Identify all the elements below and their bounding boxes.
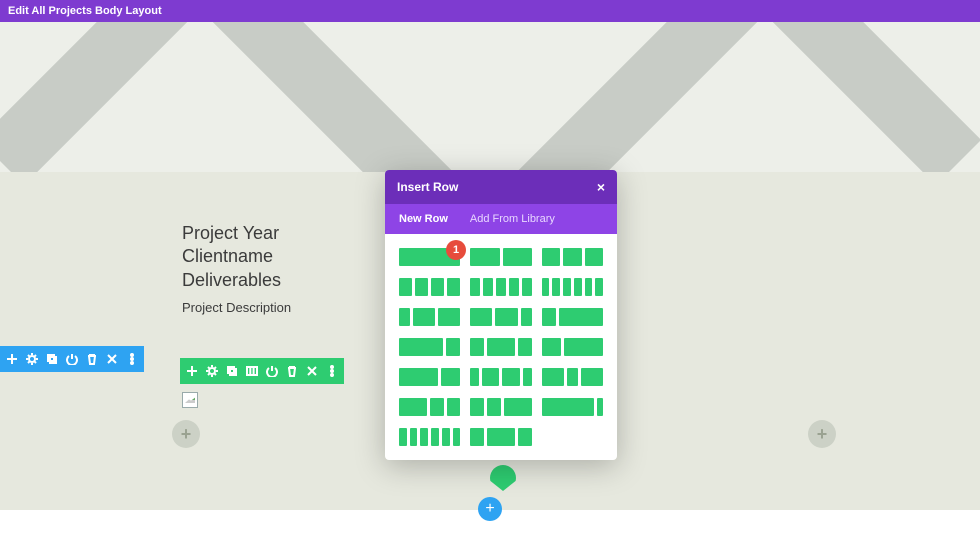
dialog-header[interactable]: Insert Row × [385,170,617,204]
top-bar: Edit All Projects Body Layout [0,0,980,22]
layout-1-2-1-b[interactable] [470,428,531,446]
row-toolbar [180,358,344,384]
section-toolbar [0,346,144,372]
layout-4col[interactable] [399,278,460,296]
more-icon[interactable] [126,353,138,365]
layout-2-1[interactable] [399,368,460,386]
layout-1-2[interactable] [542,338,603,356]
add-module-right-button[interactable]: + [808,420,836,448]
callout-badge-1: 1 [446,240,466,260]
layout-3col[interactable] [542,248,603,266]
hero-background [0,22,980,172]
add-module-left-button[interactable]: + [172,420,200,448]
decor-stripe [159,22,501,172]
gear-icon[interactable] [206,365,218,377]
close-icon[interactable] [306,365,318,377]
plus-glyph: + [485,500,494,518]
layout-5col[interactable] [470,278,531,296]
close-icon[interactable] [106,353,118,365]
duplicate-icon[interactable] [46,353,58,365]
layout-2col[interactable] [470,248,531,266]
tab-new-row[interactable]: New Row [399,213,448,225]
power-icon[interactable] [66,353,78,365]
power-icon[interactable] [266,365,278,377]
plus-icon[interactable] [186,365,198,377]
dialog-close-icon[interactable]: × [597,179,605,195]
layout-1-2-2-1[interactable] [470,368,531,386]
insert-row-dialog: Insert Row × New Row Add From Library [385,170,617,460]
layout-3-1-thin[interactable] [542,398,603,416]
dialog-title: Insert Row [397,180,458,194]
tab-add-from-library[interactable]: Add From Library [470,213,555,225]
row-layout-grid [385,234,617,460]
decor-stripe [469,22,811,172]
layout-6col-b[interactable] [399,428,460,446]
trash-icon[interactable] [286,365,298,377]
plus-glyph: + [817,424,828,445]
layout-1-3[interactable] [542,308,603,326]
more-icon[interactable] [326,365,338,377]
layout-1-2-1[interactable] [470,338,531,356]
duplicate-icon[interactable] [226,365,238,377]
layout-6col[interactable] [542,278,603,296]
dialog-tabs: New Row Add From Library [385,204,617,234]
layout-2-1-2[interactable] [542,368,603,386]
layout-3-1[interactable] [399,338,460,356]
layout-2-1-1[interactable] [399,398,460,416]
plus-glyph: + [181,424,192,445]
top-bar-title: Edit All Projects Body Layout [8,5,162,17]
columns-icon[interactable] [246,365,258,377]
add-section-button[interactable]: + [478,497,502,521]
gear-icon[interactable] [26,353,38,365]
layout-2-2-1[interactable] [470,308,531,326]
layout-1-1-2[interactable] [470,398,531,416]
layout-1-2-2[interactable] [399,308,460,326]
trash-icon[interactable] [86,353,98,365]
broken-image-icon [182,392,198,408]
plus-icon[interactable] [6,353,18,365]
